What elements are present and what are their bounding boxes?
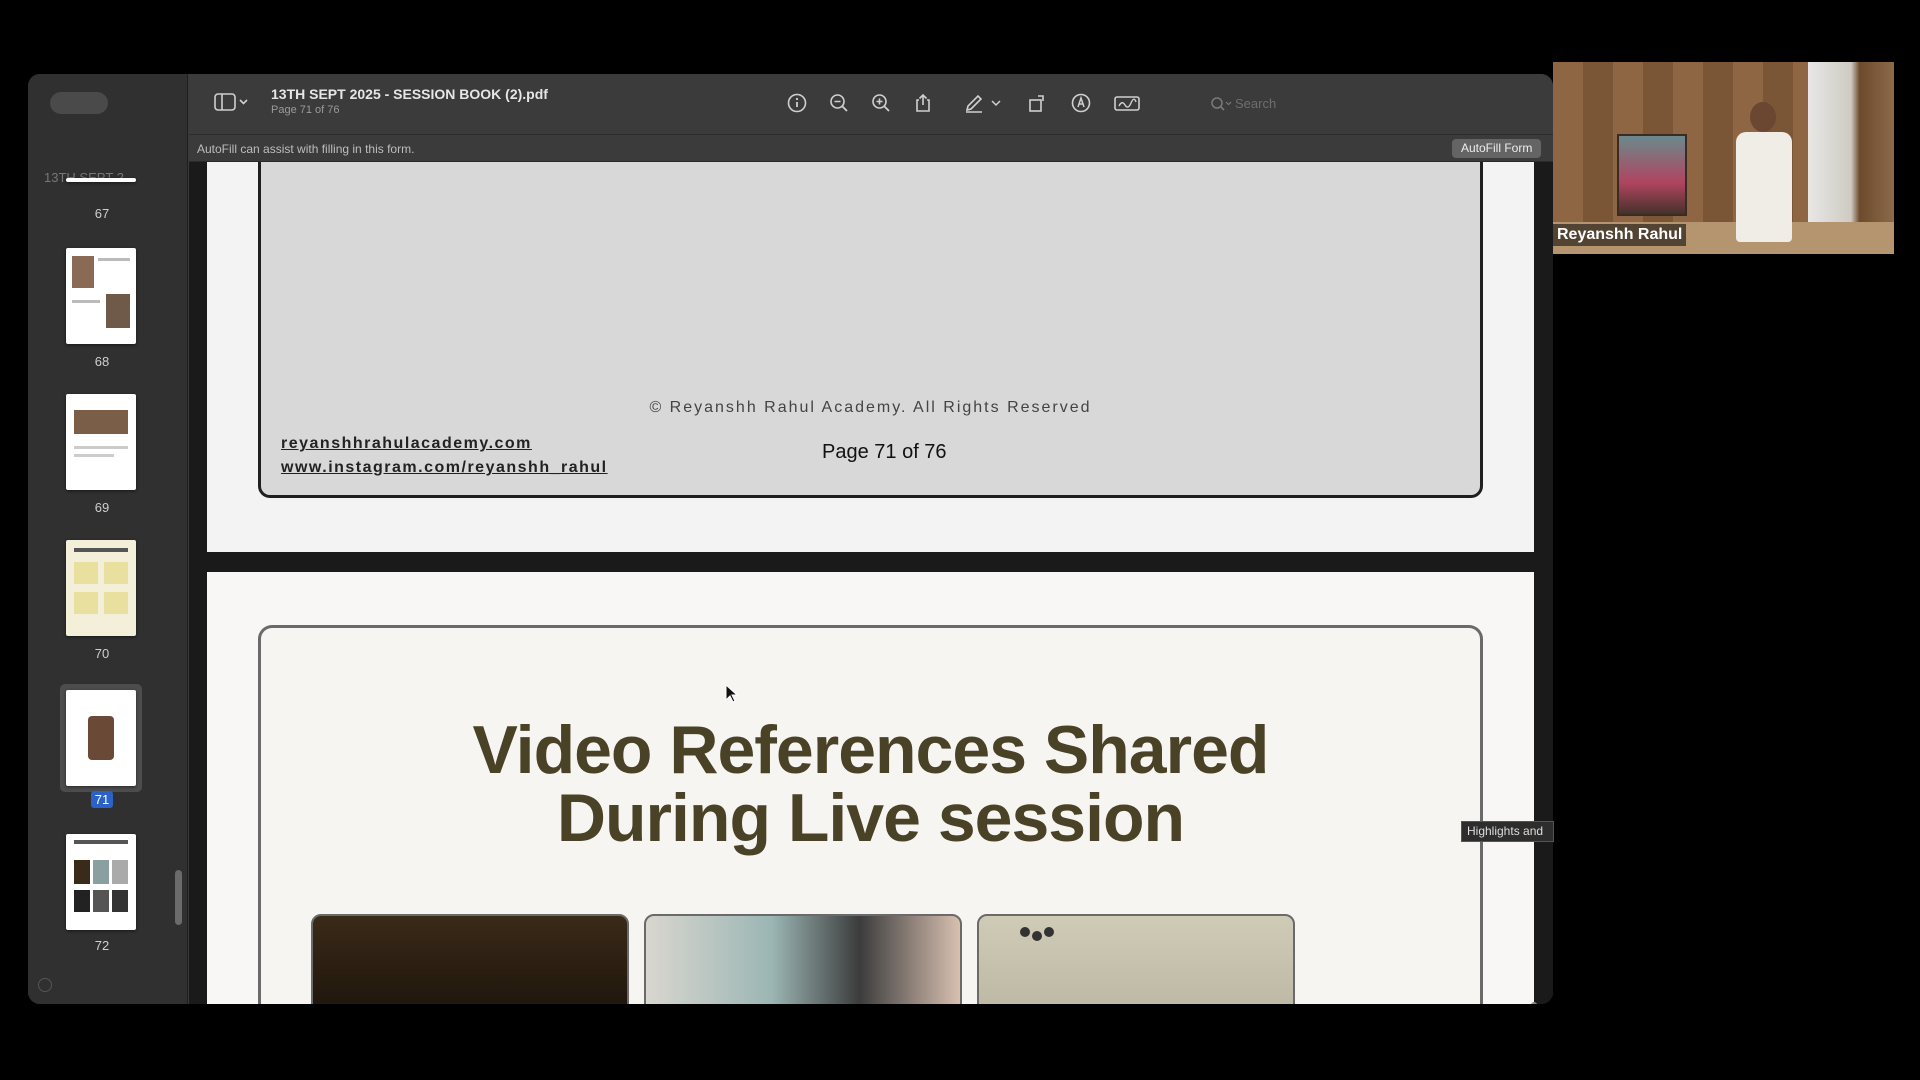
video-thumbnail[interactable] xyxy=(977,914,1295,1004)
share-icon[interactable] xyxy=(911,92,935,116)
participant-name: Reyanshh Rahul xyxy=(1553,224,1687,246)
thumbnail-page-68[interactable] xyxy=(66,248,136,344)
page-number-label: Page 71 of 76 xyxy=(822,441,947,463)
thumbnail-label: 69 xyxy=(94,500,110,515)
thumbnail-label-selected: 71 xyxy=(28,791,176,808)
sidebar-toggle-icon[interactable] xyxy=(213,92,251,116)
presenter xyxy=(1728,102,1798,254)
heading-line-1: Video References Shared xyxy=(472,712,1270,788)
markup-pen-icon[interactable] xyxy=(962,92,986,116)
thumbnail-sidebar: 13TH SEPT 2... 67 68 69 70 71 xyxy=(28,74,188,1004)
thumbnail-page-69[interactable] xyxy=(66,394,136,490)
search-icon xyxy=(1209,91,1233,126)
page-content-card: Video References Shared During Live sess… xyxy=(258,625,1483,1004)
website-link[interactable]: reyanshhrahulacademy.com xyxy=(281,435,532,453)
tooltip: Highlights and xyxy=(1461,821,1554,842)
presenter-body xyxy=(1736,132,1792,242)
webcam-painting xyxy=(1617,134,1687,216)
thumbnail-page-70[interactable] xyxy=(66,540,136,636)
annotate-icon[interactable] xyxy=(1069,92,1093,116)
pdf-page-72: Video References Shared During Live sess… xyxy=(207,572,1534,1004)
sidebar-options-icon[interactable] xyxy=(38,978,52,992)
rotate-icon[interactable] xyxy=(1025,92,1049,116)
light-fixture-icon xyxy=(1019,920,1055,942)
video-thumbnail[interactable] xyxy=(644,914,962,1004)
document-scrollbar[interactable] xyxy=(1531,1002,1537,1004)
autofill-banner: AutoFill can assist with filling in this… xyxy=(189,134,1553,162)
toolbar: 13TH SEPT 2025 - SESSION BOOK (2).pdf Pa… xyxy=(189,74,1553,134)
search-placeholder: Search xyxy=(1235,96,1277,111)
copyright-text: © Reyanshh Rahul Academy. All Rights Res… xyxy=(649,399,1092,416)
search-field[interactable]: Search xyxy=(1209,91,1409,117)
document-page-indicator: Page 71 of 76 xyxy=(271,104,340,116)
page-heading: Video References Shared During Live sess… xyxy=(261,716,1480,852)
thumbnail-page-72[interactable] xyxy=(66,834,136,930)
autofill-form-button[interactable]: AutoFill Form xyxy=(1452,139,1542,158)
signature-icon[interactable] xyxy=(1113,92,1141,116)
video-thumbnail[interactable] xyxy=(311,914,629,1004)
document-view[interactable]: © Reyanshh Rahul Academy. All Rights Res… xyxy=(189,162,1553,1004)
thumbnail-label: 70 xyxy=(94,646,110,661)
document-title: 13TH SEPT 2025 - SESSION BOOK (2).pdf xyxy=(271,86,548,102)
zoom-in-icon[interactable] xyxy=(869,92,893,116)
heading-line-2: During Live session xyxy=(556,780,1185,856)
sidebar-scrollbar[interactable] xyxy=(175,870,182,925)
mouse-cursor-icon xyxy=(725,683,739,709)
autofill-message: AutoFill can assist with filling in this… xyxy=(197,142,415,156)
thumbnail-page-71[interactable] xyxy=(66,690,136,786)
info-icon[interactable] xyxy=(785,92,809,116)
webcam-feed: Reyanshh Rahul xyxy=(1553,62,1894,254)
thumbnail-label: 68 xyxy=(94,354,110,369)
page-content-card: © Reyanshh Rahul Academy. All Rights Res… xyxy=(258,162,1483,498)
thumbnail-label: 67 xyxy=(94,206,110,221)
pdf-page-71: © Reyanshh Rahul Academy. All Rights Res… xyxy=(207,162,1534,552)
instagram-link[interactable]: www.instagram.com/reyanshh_rahul xyxy=(281,459,608,477)
thumbnail-label: 72 xyxy=(94,938,110,953)
chevron-down-icon[interactable] xyxy=(989,92,1003,116)
preview-window: 13TH SEPT 2... 67 68 69 70 71 xyxy=(28,74,1553,1004)
thumbnail-page-67[interactable] xyxy=(66,178,136,182)
window-controls[interactable] xyxy=(50,92,108,114)
presenter-head xyxy=(1750,102,1776,132)
zoom-out-icon[interactable] xyxy=(827,92,851,116)
